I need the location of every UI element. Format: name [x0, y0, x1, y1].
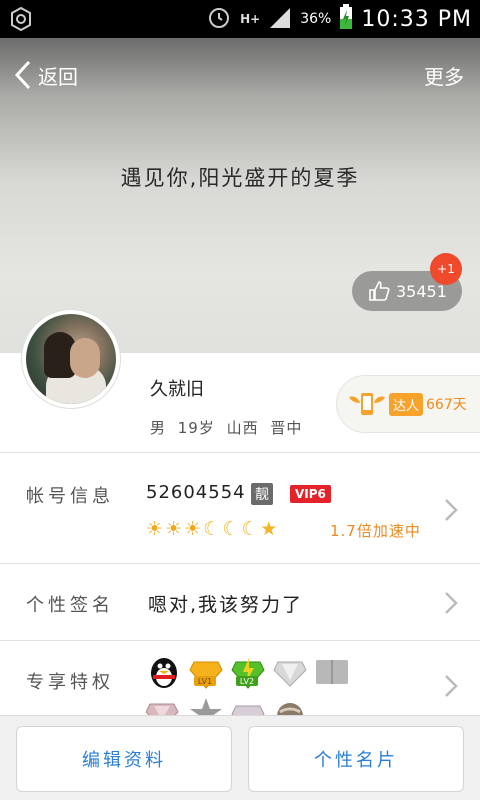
talent-badge[interactable]: 达人 667天 — [336, 375, 480, 433]
profile-screen: H+ 36% 10:33 PM 返回 更多 遇见你,阳光盛开的夏季 35451 … — [0, 0, 480, 800]
privilege-icons: LV1 LV2 1 — [146, 654, 386, 722]
bottom-action-bar: 编辑资料 个性名片 — [0, 715, 480, 800]
cover-motto: 遇见你,阳光盛开的夏季 — [120, 166, 360, 190]
svg-text:LV1: LV1 — [198, 677, 212, 686]
level-icons: ☀ ☀ ☀ ☾ ☾ ☾ ★ — [146, 518, 277, 540]
sun-icon: ☀ — [146, 518, 164, 540]
back-button[interactable]: 返回 — [0, 60, 78, 90]
sun-icon: ☀ — [165, 518, 183, 540]
privileges-row[interactable]: 专享特权 LV1 LV2 1 — [0, 642, 480, 722]
chevron-right-icon[interactable] — [444, 498, 458, 522]
cover-image: 返回 更多 遇见你,阳光盛开的夏季 35451 +1 — [0, 38, 480, 353]
status-bar: H+ 36% 10:33 PM — [0, 0, 480, 38]
avatar[interactable] — [22, 310, 120, 408]
silver-diamond-icon[interactable] — [272, 654, 308, 690]
vip-badge: VIP6 — [290, 485, 331, 503]
personal-card-button[interactable]: 个性名片 — [248, 726, 464, 792]
network-type-icon: H+ — [240, 12, 261, 26]
alarm-icon — [206, 4, 232, 34]
moon-icon: ☾ — [203, 518, 221, 540]
privileges-label: 专享特权 — [26, 672, 114, 693]
nickname: 久就旧 — [150, 379, 204, 400]
signature-label: 个性签名 — [26, 595, 114, 616]
gray-card-icon[interactable] — [314, 654, 350, 690]
speed-status: 1.7倍加速中 — [330, 522, 421, 540]
liang-badge: 靓 — [251, 483, 273, 505]
talent-days: 667天 — [426, 397, 467, 413]
battery-percent: 36% — [300, 11, 332, 27]
moon-icon: ☾ — [222, 518, 240, 540]
signature-text: 嗯对,我该努力了 — [148, 594, 304, 616]
top-nav: 返回 更多 — [0, 38, 480, 112]
signature-row[interactable]: 个性签名 嗯对,我该努力了 — [0, 565, 480, 641]
account-info-row[interactable]: 帐号信息 52604554 靓 VIP6 ☀ ☀ ☀ ☾ ☾ ☾ ★ 1.7倍加… — [0, 454, 480, 564]
like-count: 35451 — [396, 281, 447, 301]
avatar-photo — [26, 314, 116, 404]
settings-gear-icon — [8, 6, 34, 32]
chevron-right-icon[interactable] — [444, 674, 458, 698]
battery-icon — [339, 4, 353, 34]
star-icon: ★ — [260, 518, 278, 540]
like-increment-badge: +1 — [430, 253, 462, 285]
signal-icon — [268, 6, 292, 32]
talent-label: 达人 — [389, 392, 424, 416]
qq-penguin-icon[interactable] — [146, 654, 182, 690]
clock: 10:33 PM — [361, 6, 472, 32]
thumbs-up-icon — [369, 281, 390, 301]
user-info: 男 19岁 山西 晋中 — [150, 419, 303, 437]
account-info-label: 帐号信息 — [26, 486, 114, 507]
qq-number: 52604554 — [146, 482, 246, 503]
moon-icon: ☾ — [241, 518, 259, 540]
chevron-left-icon — [14, 60, 31, 90]
svg-text:LV2: LV2 — [240, 677, 254, 686]
winged-phone-icon — [349, 393, 385, 415]
back-label: 返回 — [38, 64, 78, 89]
gold-diamond-lv1-icon[interactable]: LV1 — [188, 654, 224, 690]
green-diamond-lv2-icon[interactable]: LV2 — [230, 654, 266, 690]
more-button[interactable]: 更多 — [424, 61, 480, 90]
edit-profile-button[interactable]: 编辑资料 — [16, 726, 232, 792]
chevron-right-icon[interactable] — [444, 591, 458, 615]
sun-icon: ☀ — [184, 518, 202, 540]
